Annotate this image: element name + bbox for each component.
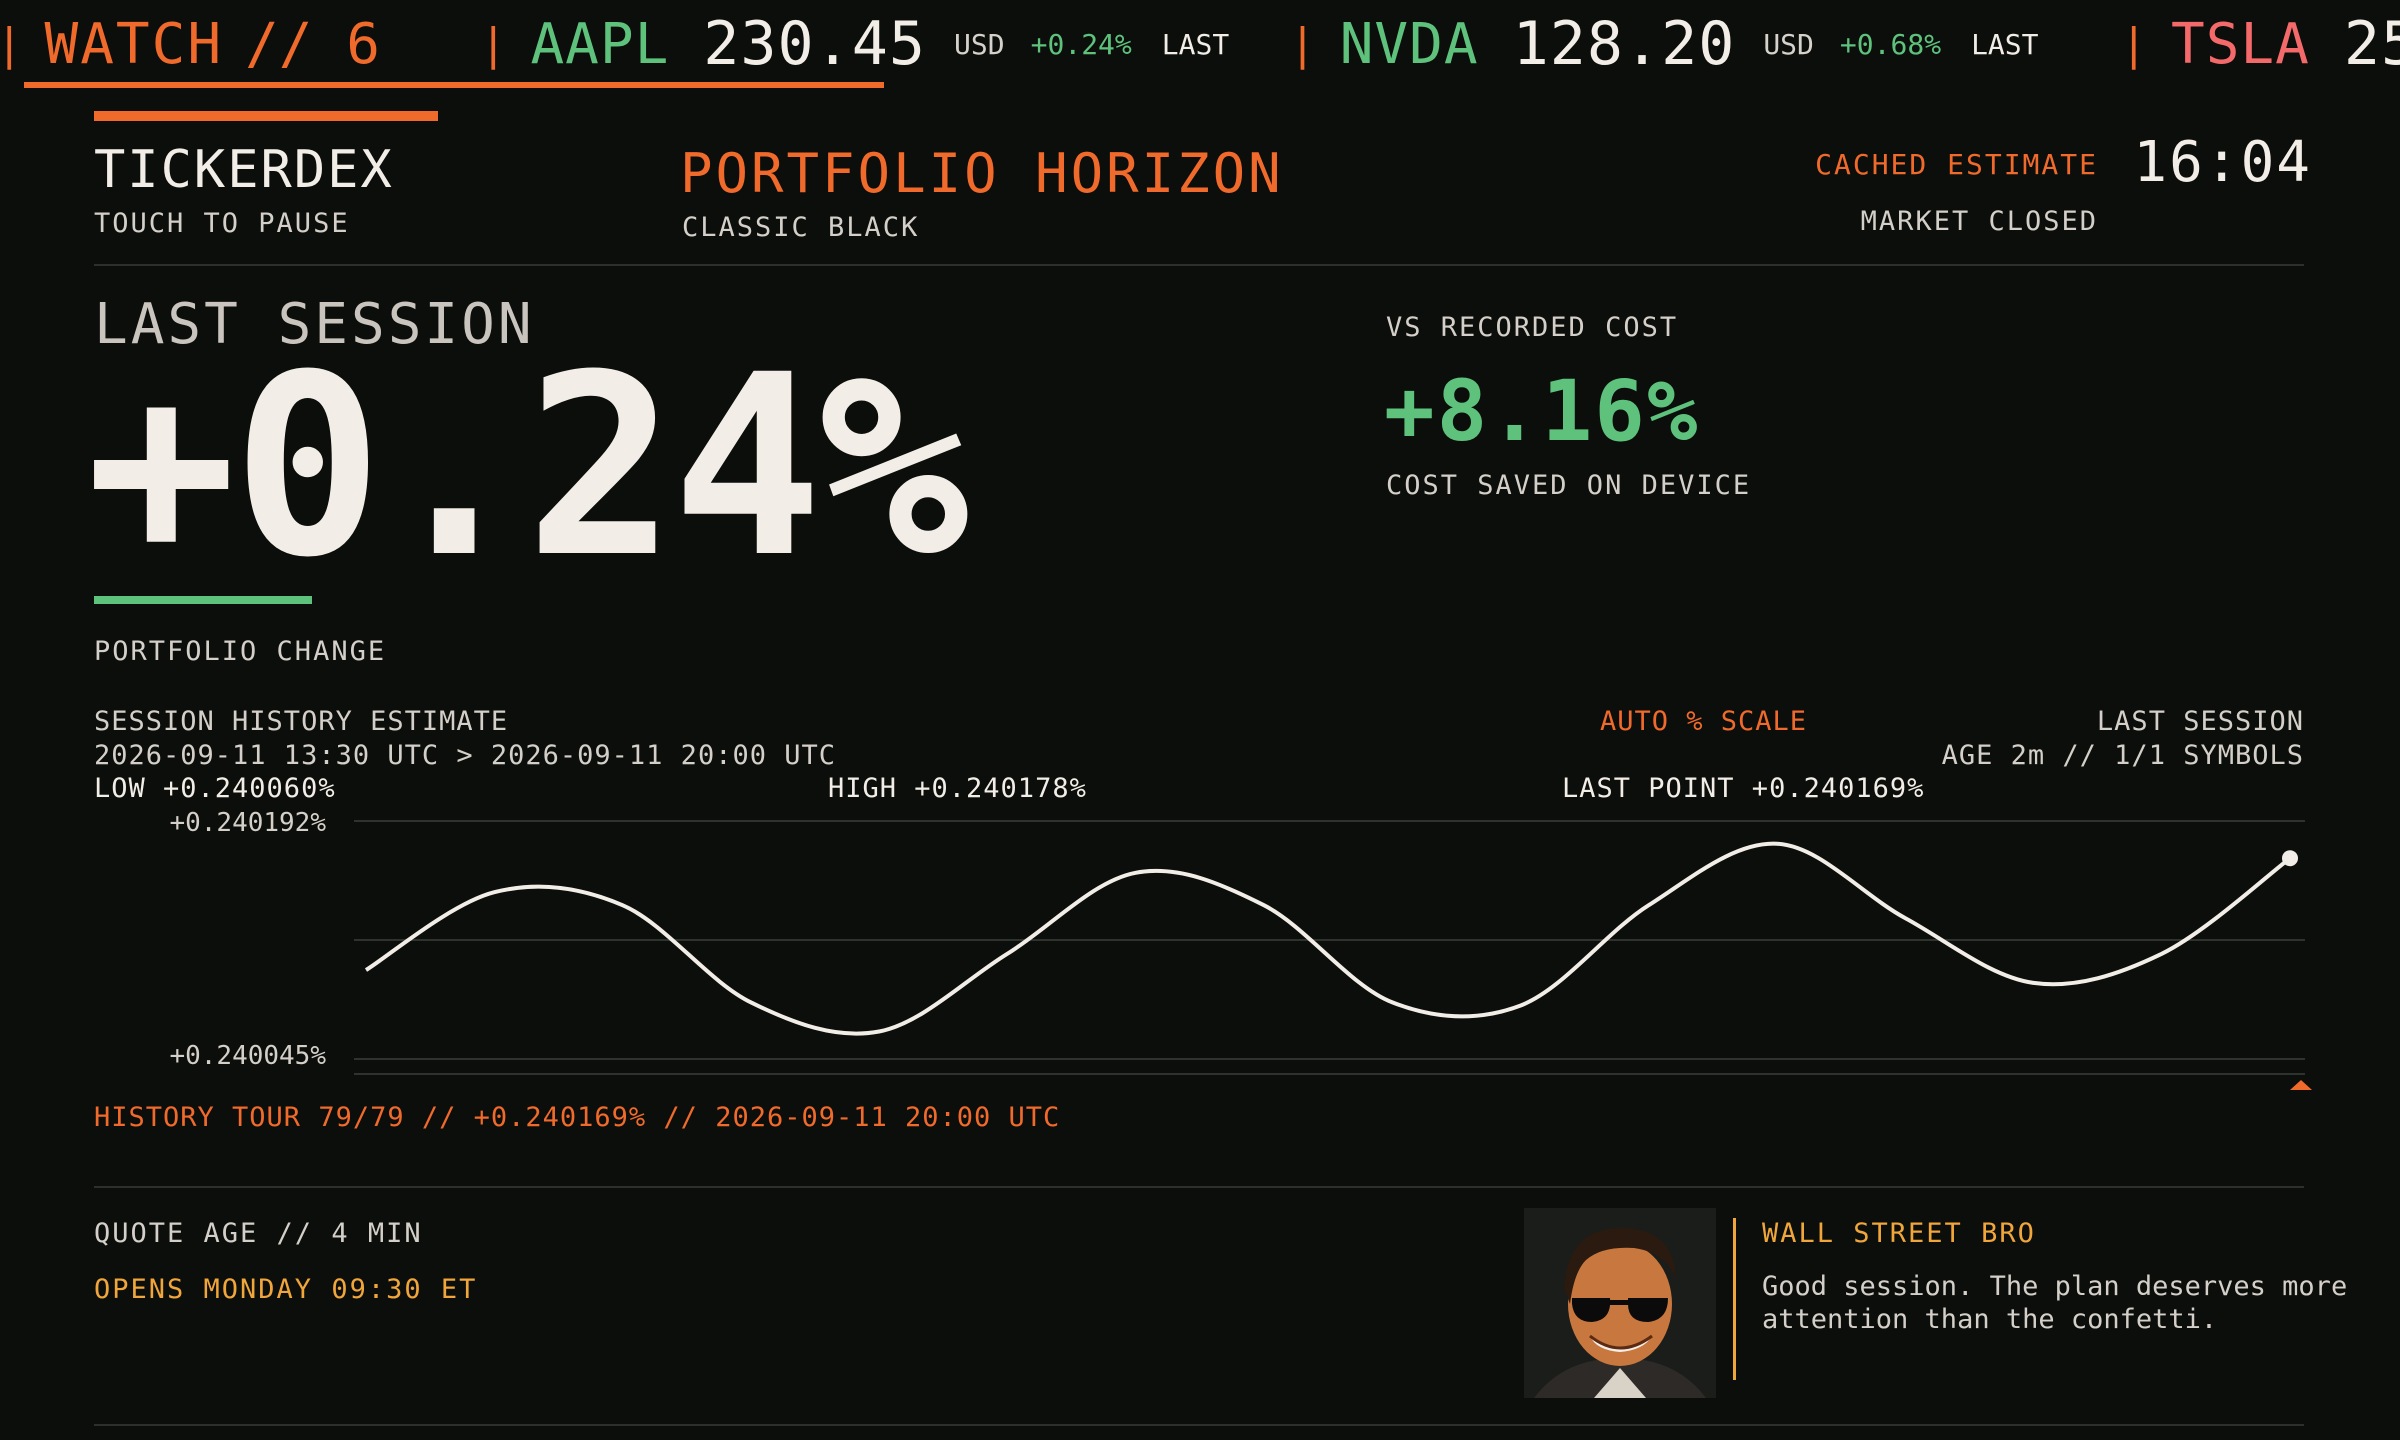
chart-title: SESSION HISTORY ESTIMATE — [94, 706, 509, 737]
ticker-currency: USD — [1763, 27, 1814, 61]
ticker-row: | WATCH // 6 | AAPL 230.45 USD +0.24% LA… — [0, 0, 2400, 88]
ticker-separator: | — [0, 18, 23, 70]
series-line — [364, 841, 2292, 1036]
ticker-symbol: AAPL — [530, 11, 670, 77]
positive-indicator-bar — [94, 596, 312, 604]
ticker-separator: | — [2120, 18, 2148, 70]
persona-name: WALL STREET BRO — [1762, 1218, 2036, 1249]
ticker-bar[interactable]: | WATCH // 6 | AAPL 230.45 USD +0.24% LA… — [0, 0, 2400, 88]
ticker-item-nvda[interactable]: NVDA 128.20 USD +0.68% LAST — [1340, 9, 2039, 79]
y-tick-label: +0.240045% — [169, 1041, 326, 1071]
ticker-status: LAST — [1161, 27, 1230, 61]
vs-cost-label: VS RECORDED COST — [1386, 312, 1679, 343]
footer-divider — [94, 1424, 2304, 1426]
pause-hint[interactable]: TOUCH TO PAUSE — [94, 208, 350, 239]
quote-age: QUOTE AGE // 4 MIN — [94, 1218, 423, 1249]
cache-status: CACHED ESTIMATE — [1815, 148, 2098, 181]
ticker-price: 128.20 — [1512, 9, 1736, 79]
y-tick-label: +0.240192% — [169, 808, 326, 838]
brand-accent-bar — [94, 111, 438, 121]
watch-label[interactable]: WATCH — [45, 12, 224, 77]
page-title: PORTFOLIO HORIZON — [680, 142, 1284, 205]
ticker-symbol: TSLA — [2171, 11, 2310, 77]
section-divider — [94, 1186, 2304, 1188]
clock: 16:04 — [2133, 130, 2312, 195]
scrub-marker-icon[interactable] — [2290, 1080, 2312, 1090]
ticker-change: +0.24% — [1030, 27, 1132, 61]
ticker-separator: | — [479, 18, 507, 70]
theme-label: CLASSIC BLACK — [682, 212, 920, 243]
ticker-status: LAST — [1971, 27, 2039, 61]
chart-age: AGE 2m // 1/1 SYMBOLS — [1941, 740, 2304, 771]
portfolio-change-label: PORTFOLIO CHANGE — [94, 636, 387, 667]
history-tour-status[interactable]: HISTORY TOUR 79/79 // +0.240169% // 2026… — [94, 1102, 1060, 1133]
ticker-price: 25 — [2343, 9, 2400, 79]
vs-cost-value: +8.16% — [1384, 362, 1700, 460]
ticker-currency: USD — [954, 27, 1005, 61]
chart-session-label: LAST SESSION — [2096, 706, 2304, 737]
ticker-item-aapl[interactable]: AAPL 230.45 USD +0.24% LAST — [530, 9, 1229, 79]
persona-avatar — [1524, 1208, 1716, 1398]
market-open-time: OPENS MONDAY 09:30 ET — [94, 1274, 478, 1305]
ticker-symbol: NVDA — [1339, 11, 1479, 77]
brand-name[interactable]: TICKERDEX — [94, 140, 394, 200]
vs-cost-sub: COST SAVED ON DEVICE — [1386, 470, 1752, 501]
ticker-separator: | — [1289, 18, 1316, 70]
last-point-marker — [2282, 850, 2298, 867]
ticker-item-tsla[interactable]: TSLA 25 — [2171, 9, 2400, 79]
ticker-change: +0.68% — [1839, 27, 1942, 61]
auto-scale-toggle[interactable]: AUTO % SCALE — [1600, 706, 1807, 737]
chart-range: 2026-09-11 13:30 UTC > 2026-09-11 20:00 … — [94, 740, 836, 771]
persona-message: Good session. The plan deserves more att… — [1762, 1271, 2348, 1335]
ticker-price: 230.45 — [703, 9, 927, 79]
persona-divider — [1733, 1218, 1736, 1380]
watch-count: // 6 — [245, 11, 380, 77]
market-status: MARKET CLOSED — [1860, 206, 2098, 237]
persona-avatar-icon — [1524, 1208, 1716, 1398]
header-divider — [94, 264, 2304, 266]
series-points — [365, 843, 2298, 1032]
session-history-chart[interactable]: +0.240192% +0.240045% — [0, 800, 2400, 1100]
session-change-value: +0.24% — [86, 321, 969, 612]
